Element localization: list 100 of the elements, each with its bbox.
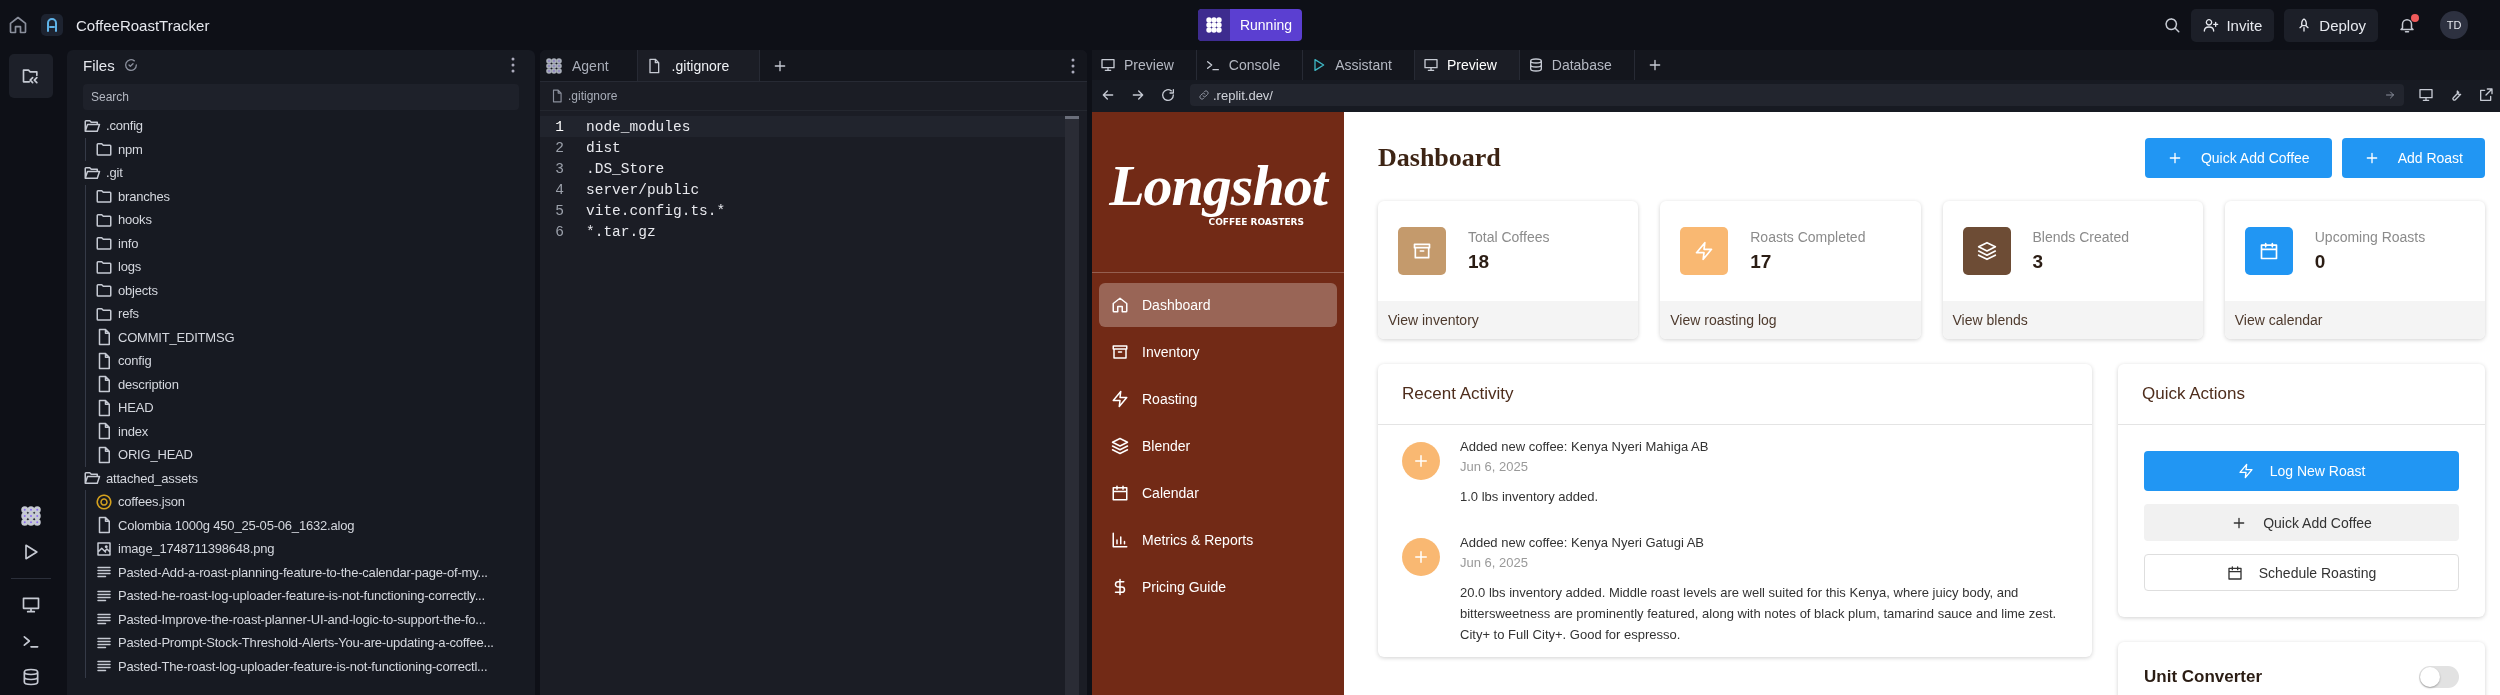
url-field[interactable]: .replit.dev/: [1190, 84, 2404, 106]
logo-tagline: COFFEE ROASTERS: [1208, 217, 1304, 227]
back-icon[interactable]: [1100, 87, 1116, 103]
panel-title: Files: [83, 56, 115, 74]
view-link[interactable]: View blends: [1942, 301, 2203, 339]
calendar-icon: [2258, 241, 2279, 261]
action-button[interactable]: Quick Add Coffee: [2144, 504, 2459, 541]
nav-item[interactable]: Inventory: [1099, 330, 1337, 374]
editor-tab[interactable]: Agent: [540, 50, 638, 81]
run-status[interactable]: Running: [1197, 9, 1303, 41]
file-tree-item[interactable]: Pasted-Add-a-roast-planning-feature-to-the-calendar-page-of-my...: [83, 560, 519, 584]
home-icon: [1111, 296, 1129, 314]
file-tree-item[interactable]: description: [83, 372, 519, 396]
file-tree-item[interactable]: Colombia 1000g 450_25-05-06_1632.alog: [83, 513, 519, 537]
file-tree-item[interactable]: branches: [83, 184, 519, 208]
image-icon: [95, 539, 113, 558]
pane-tab[interactable]: Console: [1196, 50, 1304, 80]
monitor-icon[interactable]: [2418, 87, 2434, 103]
home-icon[interactable]: [8, 15, 28, 35]
editor-tab[interactable]: .gitignore: [637, 50, 761, 81]
dots-icon: [546, 57, 562, 74]
activity-title: Added new coffee: Kenya Nyeri Gatugi AB: [1460, 534, 1706, 552]
pane-tab[interactable]: Database: [1519, 50, 1635, 80]
file-tree-item[interactable]: coffees.json: [83, 490, 519, 514]
file-tree-item[interactable]: ORIG_HEAD: [83, 443, 519, 467]
pane-tab[interactable]: Assistant: [1303, 50, 1415, 80]
file-tree-item[interactable]: image_1748711398648.png: [83, 537, 519, 561]
calendar-icon: [2226, 564, 2243, 581]
database-icon[interactable]: [21, 667, 41, 687]
file-tree-item[interactable]: npm: [83, 137, 519, 161]
nav-item[interactable]: Blender: [1099, 424, 1337, 468]
file-tree-item[interactable]: objects: [83, 278, 519, 302]
stat-value: 0: [2314, 251, 2327, 273]
search-icon[interactable]: [2163, 16, 2182, 34]
nav-item[interactable]: Calendar: [1099, 471, 1337, 515]
action-button[interactable]: Schedule Roasting: [2144, 554, 2459, 591]
search-field[interactable]: Search: [83, 84, 519, 110]
activity-date: Jun 6, 2025: [1460, 458, 1529, 476]
file-tree-item[interactable]: info: [83, 231, 519, 255]
file-tree-item[interactable]: hooks: [83, 208, 519, 232]
nav-item[interactable]: Roasting: [1099, 377, 1337, 421]
line-number: 4: [554, 181, 565, 198]
pane-tab[interactable]: Preview: [1092, 50, 1197, 80]
file-tree-item[interactable]: Pasted-The-roast-log-uploader-feature-is-not-functioning-correctl...: [83, 654, 519, 678]
lightning-icon: [1694, 241, 1715, 261]
file-tree-item[interactable]: .config: [83, 114, 519, 138]
topbar-button[interactable]: Deploy: [2284, 8, 2378, 42]
bar-chart-icon: [1111, 531, 1129, 549]
file-tree-item[interactable]: Pasted-Improve-the-roast-planner-UI-and-logic-to-support-the-fo...: [83, 607, 519, 631]
code-line: vite.config.ts.*: [586, 202, 726, 219]
view-link[interactable]: View roasting log: [1660, 301, 1921, 339]
project-icon: [40, 13, 64, 37]
database-icon: [1527, 57, 1544, 73]
file-tree-item[interactable]: Pasted-Prompt-Stock-Threshold-Alerts-You-are-updating-a-coffee...: [83, 631, 519, 655]
reload-icon[interactable]: [1160, 87, 1176, 103]
file-icon: [550, 89, 564, 103]
avatar[interactable]: TD: [2440, 11, 2468, 39]
pane-tab[interactable]: Preview: [1415, 50, 1520, 80]
arrow-icon: [2384, 89, 2396, 101]
file-tree-item[interactable]: index: [83, 419, 519, 443]
file-tree-item[interactable]: HEAD: [83, 396, 519, 420]
file-tree-item[interactable]: COMMIT_EDITMSG: [83, 325, 519, 349]
scrollbar[interactable]: [1065, 116, 1079, 695]
stat-value: 3: [2032, 251, 2045, 273]
view-link[interactable]: View calendar: [2224, 301, 2485, 339]
nav-item[interactable]: Metrics & Reports: [1099, 518, 1337, 562]
bell-icon[interactable]: [2398, 16, 2416, 34]
add-user-icon: [2203, 17, 2220, 33]
plus-icon: [1402, 538, 1440, 576]
activity-title: Added new coffee: Kenya Nyeri Mahiga AB: [1460, 438, 1709, 456]
breadcrumb[interactable]: .gitignore: [568, 89, 618, 103]
file-tree-item[interactable]: logs: [83, 255, 519, 279]
code-line: node_modules: [586, 118, 691, 135]
topbar-button[interactable]: Invite: [2191, 8, 2275, 42]
file-tree-item[interactable]: config: [83, 349, 519, 373]
line-number: 6: [554, 223, 565, 240]
dots-icon[interactable]: [21, 506, 41, 526]
stat-value: 18: [1468, 251, 1491, 273]
activity-detail: 1.0 lbs inventory added.: [1460, 488, 1600, 506]
project-name[interactable]: CoffeeRoastTracker: [76, 16, 210, 34]
code-line: dist: [586, 139, 621, 156]
view-link[interactable]: View inventory: [1378, 301, 1639, 339]
file-tree-item[interactable]: attached_assets: [83, 466, 519, 490]
external-link-icon[interactable]: [2478, 87, 2494, 103]
monitor-icon: [1423, 57, 1439, 73]
monitor-icon[interactable]: [21, 595, 41, 615]
link-icon: [1198, 89, 1210, 101]
layers-icon: [1976, 241, 1997, 261]
line-number: 1: [554, 118, 565, 135]
box-icon: [1412, 241, 1432, 261]
file-tree-item[interactable]: refs: [83, 302, 519, 326]
card-title: Quick Actions: [2118, 364, 2485, 425]
nav-item[interactable]: Dashboard: [1099, 283, 1337, 327]
files-icon[interactable]: [9, 54, 53, 98]
nav-item[interactable]: Pricing Guide: [1099, 565, 1337, 609]
file-tree-item[interactable]: Pasted-he-roast-log-uploader-feature-is-not-functioning-correctly...: [83, 584, 519, 608]
card-title: Unit Converter: [2144, 667, 2264, 687]
toggle-switch[interactable]: [2419, 666, 2459, 688]
file-tree-item[interactable]: .git: [83, 161, 519, 185]
forward-icon[interactable]: [1130, 87, 1146, 103]
